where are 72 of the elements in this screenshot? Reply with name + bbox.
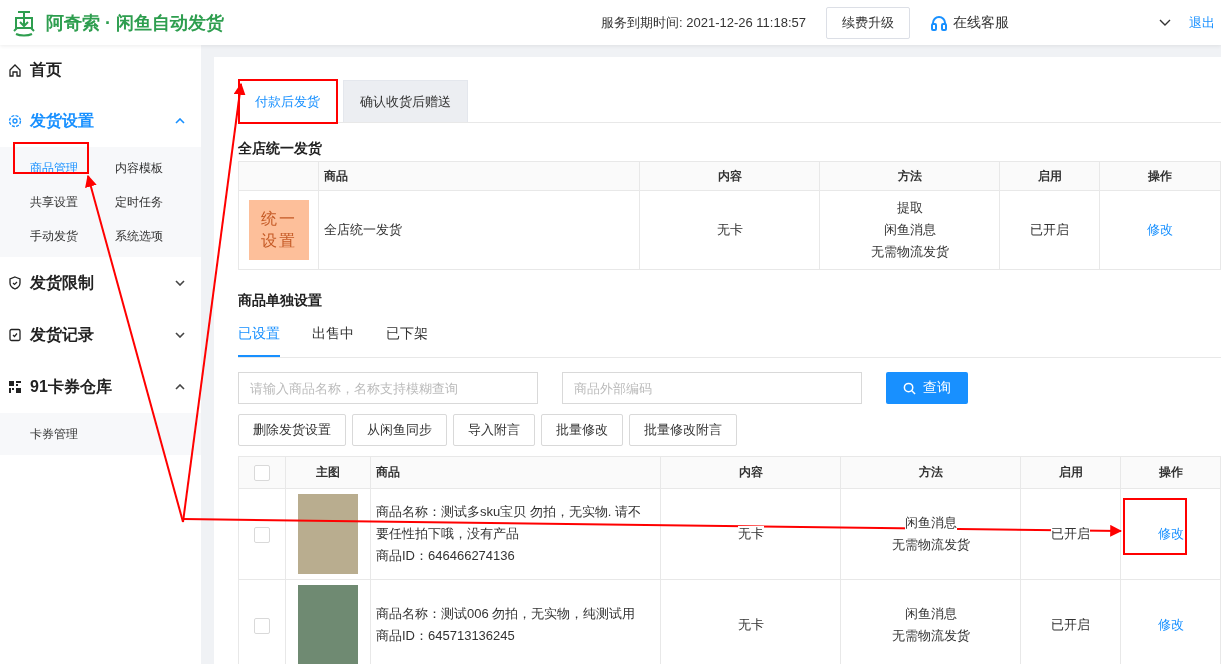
checklist-icon bbox=[8, 328, 22, 342]
action-button[interactable]: 批量修改附言 bbox=[629, 414, 737, 446]
caret-icon[interactable] bbox=[1159, 18, 1171, 27]
column-header: 商品 bbox=[370, 456, 661, 489]
method-text: 闲鱼消息 bbox=[904, 515, 957, 530]
search-field[interactable]: 请输入商品名称，名称支持模糊查询 bbox=[238, 372, 538, 404]
action-button[interactable]: 批量修改 bbox=[541, 414, 623, 446]
column-header: 商品 bbox=[318, 161, 640, 191]
home-icon bbox=[8, 63, 22, 77]
menu-item[interactable]: 发货限制 bbox=[0, 257, 201, 309]
chevron-icon bbox=[175, 384, 185, 390]
section-title: 全店统一发货 bbox=[238, 139, 323, 158]
search-field[interactable]: 商品外部编码 bbox=[562, 372, 862, 404]
column-header: 方法 bbox=[840, 456, 1021, 489]
column-header: 操作 bbox=[1099, 161, 1221, 191]
table-cell: 已开启 bbox=[999, 190, 1100, 270]
table-cell: 已开启 bbox=[1051, 617, 1090, 632]
section-title: 商品单独设置 bbox=[238, 291, 323, 310]
table-cell: 无卡 bbox=[639, 190, 820, 270]
checkbox[interactable] bbox=[254, 464, 270, 481]
submenu-item[interactable]: 内容模板 bbox=[115, 151, 200, 185]
grid-icon bbox=[8, 380, 22, 394]
table-cell: 无卡 bbox=[737, 617, 764, 632]
menu-item[interactable]: 发货记录 bbox=[0, 309, 201, 361]
settings-icon bbox=[8, 114, 22, 128]
product-name: 商品名称：测试006 勿拍，无实物，纯测试用 bbox=[376, 605, 637, 623]
search-icon bbox=[903, 381, 916, 395]
method-text: 闲鱼消息 bbox=[882, 221, 937, 239]
product-name: 商品名称：测试多sku宝贝 勿拍，无实物. 请不要任性拍下哦，没有产品 bbox=[376, 503, 642, 543]
menu-item[interactable]: 首页 bbox=[0, 45, 201, 95]
chevron-icon bbox=[175, 118, 185, 124]
table-cell: 已开启 bbox=[1051, 526, 1090, 541]
action-button[interactable]: 删除发货设置 bbox=[238, 414, 346, 446]
shield-icon bbox=[8, 276, 22, 290]
chevron-icon bbox=[175, 280, 185, 286]
column-header: 启用 bbox=[1020, 456, 1121, 489]
column-header: 内容 bbox=[639, 161, 820, 191]
thumbnail-text: 设置 bbox=[260, 231, 297, 251]
product-id: 商品ID：645713136245 bbox=[376, 628, 515, 643]
tab[interactable]: 确认收货后赠送 bbox=[343, 80, 468, 122]
submenu-item[interactable]: 共享设置 bbox=[30, 185, 115, 219]
brand-title: 阿奇索 · 闲鱼自动发货 bbox=[46, 11, 224, 35]
menu-item[interactable]: 91卡券仓库 bbox=[0, 361, 201, 413]
upgrade-button[interactable]: 续费升级 bbox=[826, 6, 910, 39]
column-header: 内容 bbox=[660, 456, 841, 489]
headset-icon bbox=[930, 13, 948, 32]
tab[interactable]: 出售中 bbox=[312, 325, 354, 357]
table-cell: 全店统一发货 bbox=[318, 190, 640, 270]
submenu-item[interactable]: 定时任务 bbox=[115, 185, 200, 219]
submenu-item[interactable]: 系统选项 bbox=[115, 219, 200, 253]
checkbox[interactable] bbox=[254, 526, 270, 543]
method-text: 闲鱼消息 bbox=[904, 606, 957, 621]
column-header: 主图 bbox=[285, 456, 371, 489]
expiry-text: 服务到期时间: 2021-12-26 11:18:57 bbox=[601, 13, 806, 32]
method-text: 无需物流发货 bbox=[891, 537, 970, 552]
product-id: 商品ID：646466274136 bbox=[376, 548, 515, 563]
checkbox[interactable] bbox=[254, 617, 270, 634]
thumbnail-text: 统一 bbox=[260, 209, 297, 229]
action-button[interactable]: 从闲鱼同步 bbox=[352, 414, 447, 446]
table-cell: 无卡 bbox=[737, 526, 764, 541]
tab[interactable]: 已下架 bbox=[386, 325, 428, 357]
chevron-icon bbox=[175, 332, 185, 338]
column-header: 启用 bbox=[999, 161, 1100, 191]
method-text: 提取 bbox=[895, 199, 924, 217]
action-button[interactable]: 导入附言 bbox=[453, 414, 535, 446]
method-text: 无需物流发货 bbox=[869, 243, 950, 261]
support-link[interactable]: 在线客服 bbox=[953, 13, 1009, 32]
column-header: 方法 bbox=[819, 161, 1000, 191]
method-text: 无需物流发货 bbox=[891, 628, 970, 643]
highlight-frame bbox=[1123, 498, 1187, 555]
submenu-item[interactable]: 手动发货 bbox=[30, 219, 115, 253]
column-header: 操作 bbox=[1120, 456, 1221, 489]
